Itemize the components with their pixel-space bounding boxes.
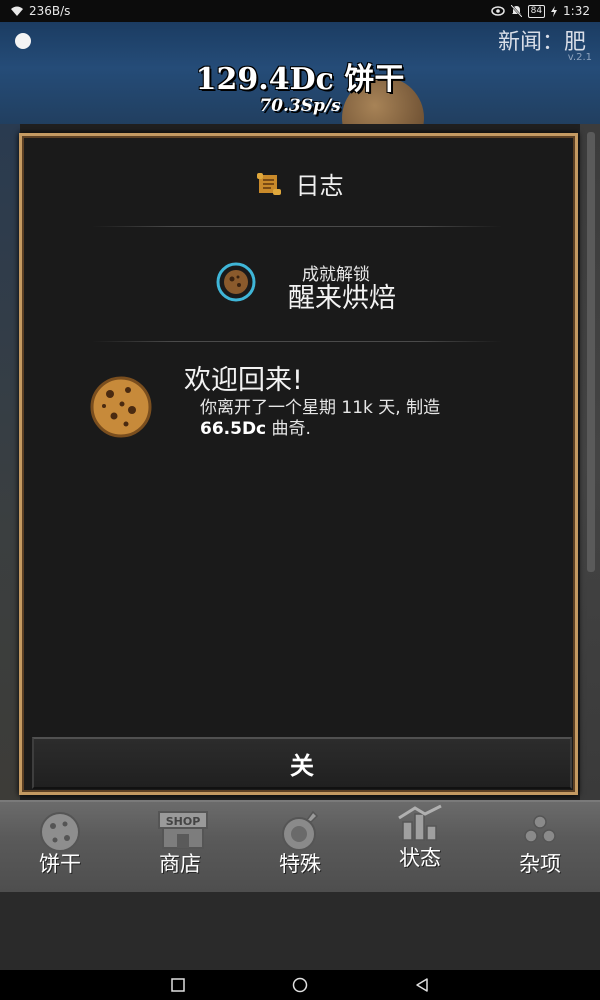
close-button[interactable]: 关 [32,737,572,789]
misc-icon [524,815,556,843]
tab-stats-label: 状态 [399,846,441,870]
welcome-message-line2: 66.5Dc 曲奇. [200,414,311,439]
network-speed: 236B/s [29,4,71,18]
tab-shop-label: 商店 [159,852,201,876]
background-strip-left [0,124,20,800]
back-icon[interactable] [414,977,430,993]
produced-suffix: 曲奇. [266,419,311,439]
game-header: 新闻：肥 v.2.1 129.4Dc 饼干 70.3Sp/s [0,22,600,124]
welcome-title: 欢迎回来! [184,365,303,396]
clock: 1:32 [563,4,590,18]
tab-misc-label: 杂项 [519,852,561,876]
tab-misc[interactable]: 杂项 [480,802,600,892]
log-title-row: 日志 [22,166,575,203]
divider-top [92,226,502,227]
cookie-count: 129.4Dc 饼干 [195,62,405,97]
menu-dot-button[interactable] [15,33,31,49]
scrollbar[interactable] [587,132,595,572]
bottom-tab-bar: 饼干 SHOP 商店 特殊 状态 杂项 [0,800,600,892]
bottom-empty-area [0,892,600,970]
status-bar: 236B/s 84 1:32 [0,0,600,22]
tab-cookie[interactable]: 饼干 [0,802,120,892]
shop-icon: SHOP [158,811,208,849]
tab-special-label: 特殊 [279,852,321,876]
tab-shop[interactable]: SHOP 商店 [120,802,240,892]
tab-cookie-label: 饼干 [39,852,81,876]
charging-icon [551,5,558,17]
navigation-bar [0,970,600,1000]
wifi-icon [11,6,23,16]
divider-middle [92,341,502,342]
produced-amount: 66.5Dc [200,419,267,439]
tab-stats[interactable]: 状态 [360,802,480,892]
cookies-per-second: 70.3Sp/s [259,96,341,116]
log-title: 日志 [295,172,344,200]
eye-icon [490,6,505,16]
battery-icon: 84 [527,4,546,18]
cookie-tab-icon [40,812,80,852]
cookie-icon [90,376,152,438]
achievement-name: 醒来烘焙 [288,283,396,314]
recent-apps-icon[interactable] [170,977,186,993]
home-icon[interactable] [292,977,308,993]
tab-special[interactable]: 特殊 [240,802,360,892]
log-dialog: 日志 成就解锁 醒来烘焙 欢迎回来! 你离开了一个星期 11k 天, 制造 66… [19,133,578,795]
special-icon [282,810,319,851]
scroll-icon [256,172,281,195]
shop-sign-text: SHOP [166,815,201,828]
achievement-cookie-icon [216,262,256,302]
mute-icon [510,5,522,17]
stats-icon [398,804,442,841]
